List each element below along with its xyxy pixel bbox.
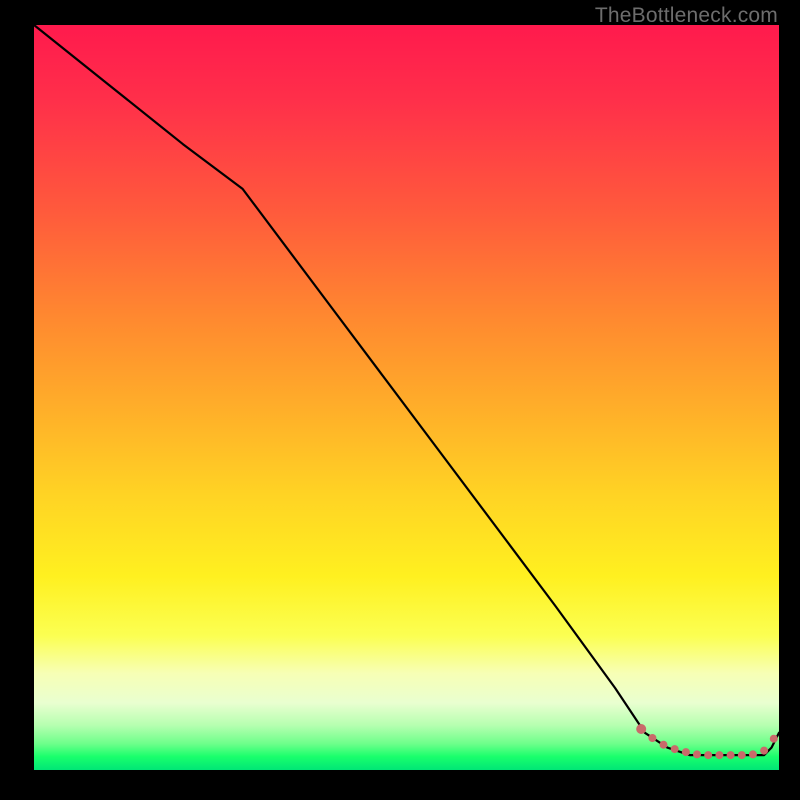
curve-line [34, 25, 779, 755]
highlight-marker [648, 734, 656, 742]
highlight-marker [682, 748, 690, 756]
highlight-marker [727, 751, 735, 759]
highlight-marker [660, 741, 668, 749]
highlight-marker [749, 750, 757, 758]
highlight-marker [760, 747, 768, 755]
highlight-marker [704, 751, 712, 759]
chart-frame: TheBottleneck.com [0, 0, 800, 800]
highlight-marker [738, 751, 746, 759]
highlight-marker [693, 750, 701, 758]
chart-svg [34, 25, 779, 770]
highlight-marker [715, 751, 723, 759]
bottleneck-curve-path [34, 25, 779, 755]
highlight-marker [770, 735, 778, 743]
highlight-marker [636, 724, 646, 734]
highlight-marker [671, 745, 679, 753]
